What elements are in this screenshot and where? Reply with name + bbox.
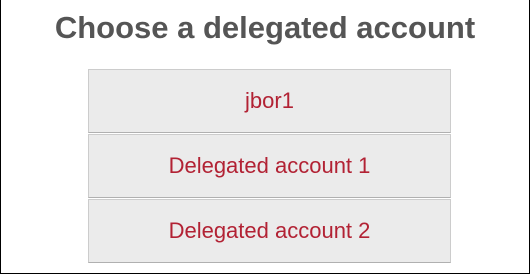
delegated-account-dialog: Choose a delegated account jbor1 Delegat… xyxy=(0,0,530,274)
account-list: jbor1 Delegated account 1 Delegated acco… xyxy=(88,69,451,263)
account-option-delegated-account-2[interactable]: Delegated account 2 xyxy=(88,199,451,263)
dialog-title: Choose a delegated account xyxy=(54,10,476,45)
account-option-delegated-account-1[interactable]: Delegated account 1 xyxy=(88,134,451,198)
account-option-jbor1[interactable]: jbor1 xyxy=(88,69,451,133)
